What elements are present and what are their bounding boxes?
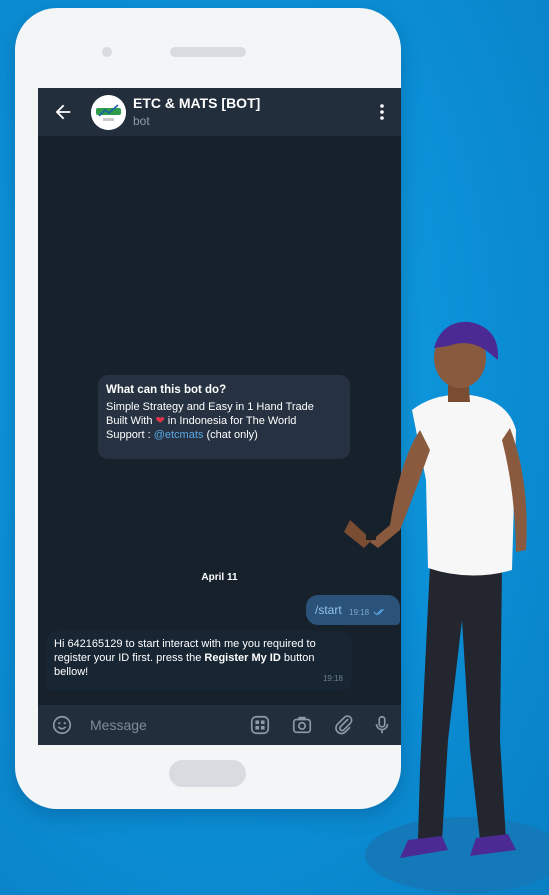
message-input[interactable]: Message xyxy=(90,717,147,733)
info-card-line1: Simple Strategy and Easy in 1 Hand Trade xyxy=(106,401,314,413)
bot-logo-icon xyxy=(91,95,126,130)
info-card-heading: What can this bot do? xyxy=(106,384,227,396)
info-card-line3: Support : @etcmats (chat only) xyxy=(106,428,342,442)
phone-speaker xyxy=(170,47,246,57)
camera-icon[interactable] xyxy=(291,714,313,736)
info-card-line2-pre: Built With xyxy=(106,415,156,427)
support-link[interactable]: @etcmats xyxy=(154,429,204,441)
person-illustration xyxy=(344,321,549,893)
phone-camera xyxy=(102,47,112,57)
info-card-line3-pre: Support : xyxy=(106,429,154,441)
more-vert-icon[interactable] xyxy=(379,102,385,122)
heart-icon: ❤ xyxy=(155,415,165,427)
emoji-icon[interactable] xyxy=(51,714,73,736)
chat-title[interactable]: ETC & MATS [BOT] xyxy=(133,95,260,111)
bot-keyboard-icon[interactable] xyxy=(249,714,271,736)
incoming-message[interactable]: Hi 642165129 to start interact with me y… xyxy=(46,631,352,691)
chat-header: ETC & MATS [BOT] bot xyxy=(38,88,401,136)
phone-home-button xyxy=(169,760,246,787)
info-card-line3-post: (chat only) xyxy=(203,429,258,441)
incoming-message-bold: Register My ID xyxy=(204,652,281,664)
bot-info-card: What can this bot do? Simple Strategy an… xyxy=(98,375,350,459)
chat-subtitle: bot xyxy=(133,114,150,128)
bot-avatar[interactable] xyxy=(91,95,126,130)
info-card-line2: Built With ❤ in Indonesia for The World xyxy=(106,414,342,428)
back-arrow-icon[interactable] xyxy=(52,101,74,123)
info-card-line2-post: in Indonesia for The World xyxy=(164,415,297,427)
